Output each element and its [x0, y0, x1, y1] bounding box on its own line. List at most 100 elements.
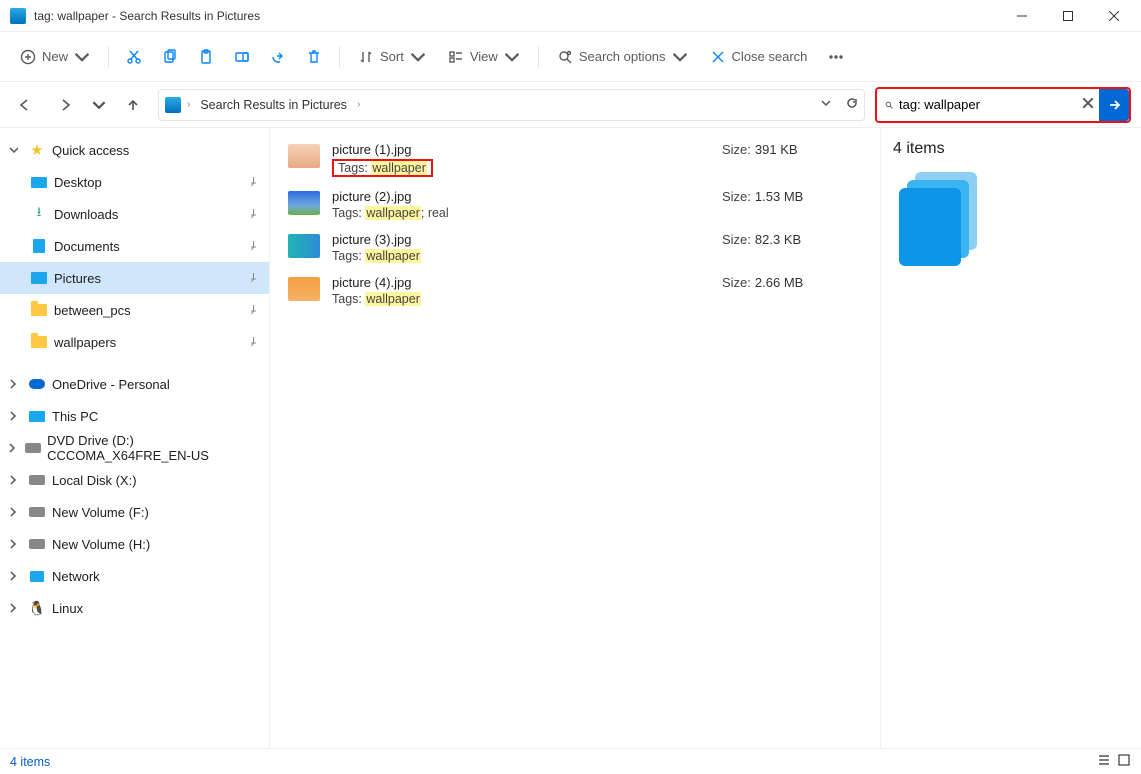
drive-icon: [25, 439, 41, 457]
file-tags: Tags: wallpaper: [332, 159, 433, 177]
search-input[interactable]: [899, 97, 1075, 112]
folder-icon: [165, 97, 181, 113]
sidebar-item-label: Local Disk (X:): [52, 473, 137, 488]
clear-search-button[interactable]: [1081, 96, 1095, 113]
file-list: picture (1).jpg Tags: wallpaper Size:391…: [270, 128, 881, 748]
items-stack-icon: [899, 172, 979, 268]
history-dropdown[interactable]: [90, 90, 108, 120]
close-search-button[interactable]: Close search: [700, 43, 818, 71]
file-tags: Tags: wallpaper: [332, 249, 710, 263]
pin-icon: [248, 271, 259, 286]
up-button[interactable]: [118, 90, 148, 120]
close-button[interactable]: [1091, 0, 1137, 32]
search-box-highlight: [875, 87, 1131, 123]
chevron-right-icon: [4, 571, 22, 581]
details-view-button[interactable]: [1097, 753, 1111, 770]
sidebar-quick-access[interactable]: ★ Quick access: [0, 134, 269, 166]
back-button[interactable]: [10, 90, 40, 120]
file-thumbnail: [288, 277, 320, 301]
rename-button[interactable]: [225, 43, 259, 71]
paste-button[interactable]: [189, 43, 223, 71]
address-dropdown[interactable]: [820, 97, 832, 112]
sidebar-item-downloads[interactable]: ⭳ Downloads: [0, 198, 269, 230]
minimize-button[interactable]: [999, 0, 1045, 32]
sidebar-item-documents[interactable]: Documents: [0, 230, 269, 262]
chevron-down-icon: [672, 49, 688, 65]
app-icon: [10, 8, 26, 24]
sidebar-item-local-disk-x-[interactable]: Local Disk (X:): [0, 464, 269, 496]
forward-button[interactable]: [50, 90, 80, 120]
sidebar-item-linux[interactable]: 🐧 Linux: [0, 592, 269, 624]
drive-icon: [28, 471, 46, 489]
network-icon: [28, 567, 46, 585]
sidebar-item-network[interactable]: Network: [0, 560, 269, 592]
pc-icon: [28, 407, 46, 425]
chevron-right-icon: [4, 507, 22, 517]
breadcrumb-location[interactable]: Search Results in Pictures: [196, 96, 351, 114]
search-options-button[interactable]: Search options: [547, 43, 698, 71]
maximize-button[interactable]: [1045, 0, 1091, 32]
drive-icon: [28, 503, 46, 521]
sidebar-item-label: This PC: [52, 409, 98, 424]
separator: [339, 46, 340, 68]
thumbnails-view-button[interactable]: [1117, 753, 1131, 770]
new-button[interactable]: New: [10, 43, 100, 71]
share-button[interactable]: [261, 43, 295, 71]
file-thumbnail: [288, 234, 320, 258]
search-box[interactable]: [877, 89, 1099, 121]
copy-button[interactable]: [153, 43, 187, 71]
pin-icon: [248, 207, 259, 222]
sidebar-item-onedrive-personal[interactable]: OneDrive - Personal: [0, 368, 269, 400]
details-pane: 4 items: [881, 128, 1141, 748]
sort-button[interactable]: Sort: [348, 43, 436, 71]
sidebar: ★ Quick access Desktop ⭳ Downloads Docum…: [0, 128, 270, 748]
file-size: Size:1.53 MB: [722, 189, 862, 204]
pin-icon: [248, 239, 259, 254]
file-name: picture (3).jpg: [332, 232, 710, 247]
file-name: picture (4).jpg: [332, 275, 710, 290]
status-bar: 4 items: [0, 748, 1141, 774]
cut-button[interactable]: [117, 43, 151, 71]
view-label: View: [470, 49, 498, 64]
file-row[interactable]: picture (4).jpg Tags: wallpaper Size:2.6…: [286, 269, 864, 312]
sidebar-item-new-volume-f-[interactable]: New Volume (F:): [0, 496, 269, 528]
delete-button[interactable]: [297, 43, 331, 71]
more-button[interactable]: [819, 43, 853, 71]
sidebar-item-between_pcs[interactable]: between_pcs: [0, 294, 269, 326]
sidebar-item-pictures[interactable]: Pictures: [0, 262, 269, 294]
sidebar-item-new-volume-h-[interactable]: New Volume (H:): [0, 528, 269, 560]
chevron-right-icon: [4, 539, 22, 549]
nav-row: › Search Results in Pictures ›: [0, 82, 1141, 128]
drive-icon: [28, 535, 46, 553]
refresh-button[interactable]: [846, 97, 858, 112]
sidebar-item-dvd-drive-d-cccoma_x64fre_en-us[interactable]: DVD Drive (D:) CCCOMA_X64FRE_EN-US: [0, 432, 269, 464]
sidebar-item-label: OneDrive - Personal: [52, 377, 170, 392]
file-row[interactable]: picture (2).jpg Tags: wallpaper; real Si…: [286, 183, 864, 226]
sidebar-item-label: DVD Drive (D:) CCCOMA_X64FRE_EN-US: [47, 433, 259, 463]
sidebar-label: Quick access: [52, 143, 129, 158]
chevron-right-icon: [4, 603, 22, 613]
pictures-icon: [30, 269, 48, 287]
chevron-right-icon: [4, 379, 22, 389]
sidebar-item-label: Pictures: [54, 271, 101, 286]
address-bar[interactable]: › Search Results in Pictures ›: [158, 89, 865, 121]
sidebar-item-label: between_pcs: [54, 303, 131, 318]
details-count: 4 items: [893, 140, 1129, 158]
search-icon: [885, 98, 893, 112]
search-go-button[interactable]: [1099, 89, 1129, 121]
separator: [538, 46, 539, 68]
file-size: Size:2.66 MB: [722, 275, 862, 290]
sidebar-item-label: Desktop: [54, 175, 102, 190]
sidebar-item-this-pc[interactable]: This PC: [0, 400, 269, 432]
sidebar-item-label: New Volume (F:): [52, 505, 149, 520]
sidebar-item-label: New Volume (H:): [52, 537, 150, 552]
download-icon: ⭳: [30, 205, 48, 223]
sidebar-item-desktop[interactable]: Desktop: [0, 166, 269, 198]
file-row[interactable]: picture (1).jpg Tags: wallpaper Size:391…: [286, 136, 864, 183]
sidebar-item-wallpapers[interactable]: wallpapers: [0, 326, 269, 358]
file-row[interactable]: picture (3).jpg Tags: wallpaper Size:82.…: [286, 226, 864, 269]
sidebar-item-label: Downloads: [54, 207, 118, 222]
chevron-right-icon: [4, 475, 22, 485]
linux-icon: 🐧: [28, 599, 46, 617]
view-button[interactable]: View: [438, 43, 530, 71]
